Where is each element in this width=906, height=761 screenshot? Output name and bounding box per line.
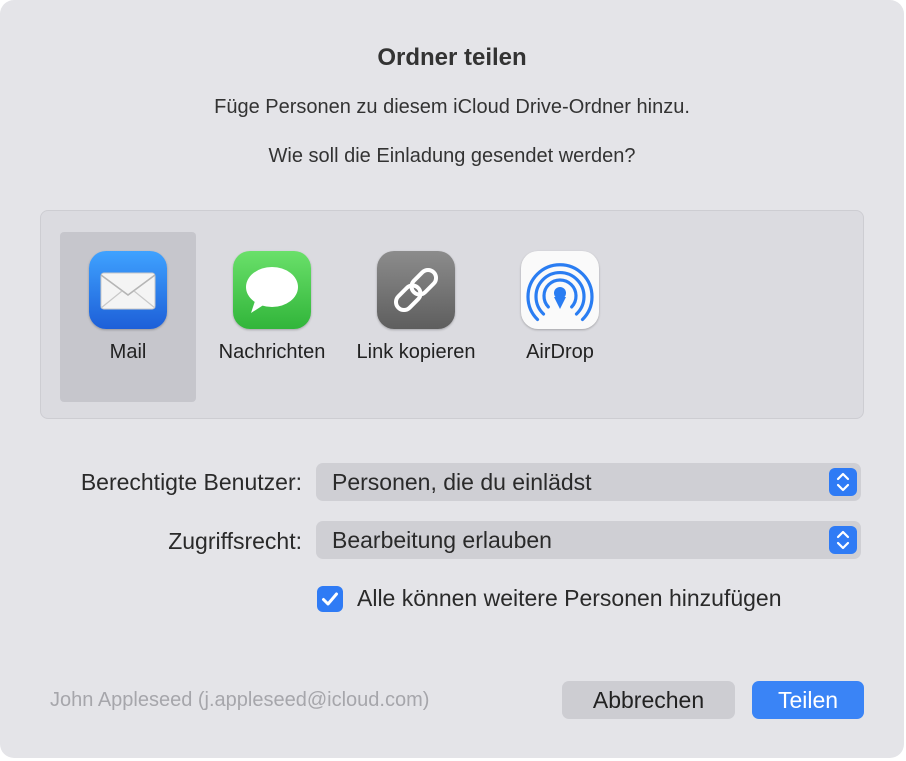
method-mail[interactable]: Mail	[60, 232, 196, 402]
method-airdrop[interactable]: AirDrop	[492, 232, 628, 402]
invite-method-prompt: Wie soll die Einladung gesendet werden?	[268, 145, 636, 167]
access-popup[interactable]: Bearbeitung erlauben	[316, 521, 861, 559]
share-folder-dialog: Ordner teilen Füge Personen zu diesem iC…	[0, 0, 904, 758]
users-popup[interactable]: Personen, die du einlädst	[316, 463, 861, 501]
account-label: John Appleseed (j.appleseed@icloud.com)	[50, 689, 430, 711]
method-messages[interactable]: Nachrichten	[204, 232, 340, 402]
allow-add-label[interactable]: Alle können weitere Personen hinzufügen	[357, 585, 782, 612]
cancel-button[interactable]: Abbrechen	[562, 681, 735, 719]
messages-icon	[233, 251, 311, 329]
link-icon	[377, 251, 455, 329]
dialog-title: Ordner teilen	[377, 44, 527, 71]
airdrop-icon	[521, 251, 599, 329]
dialog-subtitle: Füge Personen zu diesem iCloud Drive-Ord…	[214, 96, 690, 118]
share-button[interactable]: Teilen	[752, 681, 864, 719]
method-copy-link[interactable]: Link kopieren	[348, 232, 484, 402]
allow-add-checkbox[interactable]	[317, 586, 343, 612]
invite-method-panel: Mail Nachrichten Link kopieren AirDrop	[40, 210, 864, 419]
access-label: Zugriffsrecht:	[168, 528, 302, 554]
method-label: Mail	[109, 341, 147, 363]
mail-icon	[89, 251, 167, 329]
popup-stepper-icon	[829, 526, 857, 554]
method-label: Nachrichten	[218, 341, 326, 363]
method-label: AirDrop	[526, 341, 594, 363]
access-popup-value: Bearbeitung erlauben	[332, 527, 552, 553]
checkmark-icon	[322, 592, 338, 606]
users-popup-value: Personen, die du einlädst	[332, 469, 592, 495]
users-label: Berechtigte Benutzer:	[80, 469, 302, 495]
popup-stepper-icon	[829, 468, 857, 496]
method-label: Link kopieren	[356, 341, 476, 363]
